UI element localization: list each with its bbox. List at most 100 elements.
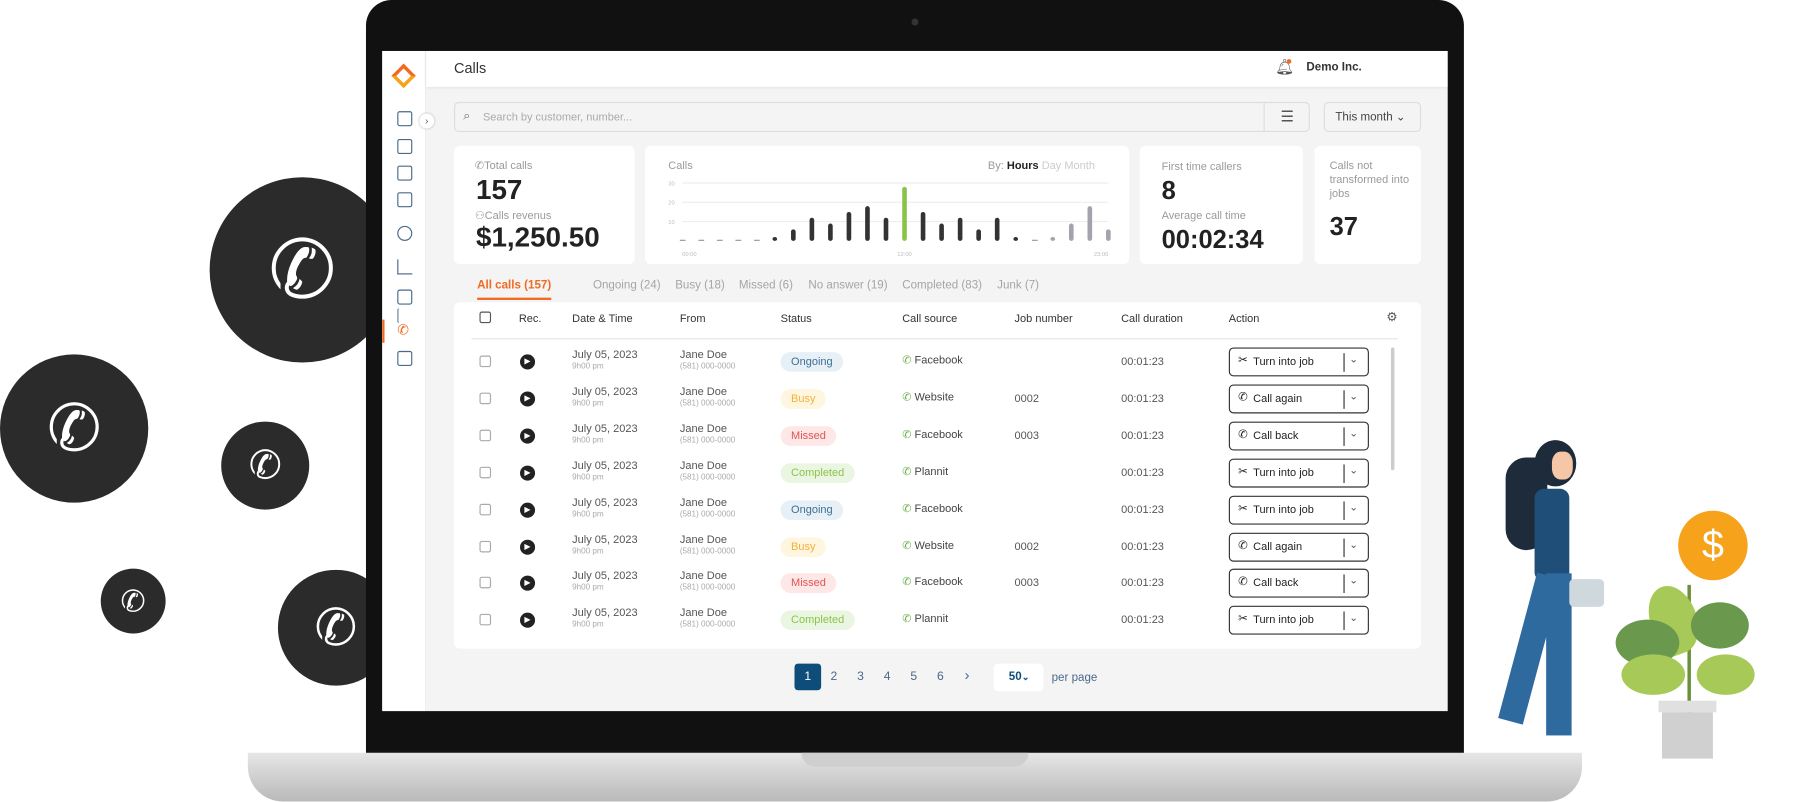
period-dropdown[interactable]: This month ⌄ [1323, 101, 1422, 133]
action-dropdown-chevron-icon[interactable]: ⌄ [1349, 612, 1358, 625]
chart-icon[interactable] [397, 259, 413, 275]
document-icon[interactable] [397, 289, 413, 305]
table-row[interactable]: ▶ July 05, 2023 9h00 pm Jane Doe (581) 000-0… [454, 454, 1421, 491]
column-header[interactable]: Status [781, 313, 812, 326]
tab-5[interactable]: Completed (83) [902, 279, 982, 292]
action-dropdown-chevron-icon[interactable]: ⌄ [1349, 427, 1358, 440]
action-button[interactable]: ✂ Turn into job ⌄ [1228, 347, 1369, 377]
action-dropdown-chevron-icon[interactable]: ⌄ [1349, 464, 1358, 477]
table-row[interactable]: ▶ July 05, 2023 9h00 pm Jane Doe (581) 000-0… [454, 528, 1421, 565]
column-header[interactable]: Date & Time [572, 313, 633, 326]
column-header[interactable]: Rec. [519, 313, 542, 326]
search-input[interactable]: ⌕ Search by customer, number... ☰ [453, 101, 1310, 133]
action-dropdown-chevron-icon[interactable]: ⌄ [1349, 353, 1358, 366]
play-recording-icon[interactable]: ▶ [520, 354, 536, 370]
action-dropdown-chevron-icon[interactable]: ⌄ [1349, 538, 1358, 551]
list-icon[interactable] [397, 308, 412, 324]
x-tick-label: 00:00 [682, 252, 696, 258]
table-row[interactable]: ▶ July 05, 2023 9h00 pm Jane Doe (581) 000-0… [454, 380, 1421, 417]
notification-bell-icon[interactable]: 🔔︎ [1275, 58, 1294, 77]
play-recording-icon[interactable]: ▶ [520, 428, 536, 444]
granularity-month[interactable]: Month [1064, 160, 1095, 173]
bar-16 [976, 229, 981, 241]
play-recording-icon[interactable]: ▶ [520, 613, 536, 629]
tab-0[interactable]: All calls (157) [477, 279, 551, 292]
per-page-dropdown[interactable]: 50⌄ [993, 663, 1044, 692]
tab-4[interactable]: No answer (19) [808, 279, 887, 292]
tab-6[interactable]: Junk (7) [997, 279, 1039, 292]
table-row[interactable]: ▶ July 05, 2023 9h00 pm Jane Doe (581) 000-0… [454, 491, 1421, 528]
page-1-button[interactable]: 1 [794, 663, 822, 691]
column-header[interactable]: Call duration [1121, 313, 1183, 326]
page-3-button[interactable]: 3 [848, 669, 873, 683]
action-button[interactable]: ✆ Call again ⌄ [1228, 384, 1369, 414]
action-dropdown-chevron-icon[interactable]: ⌄ [1349, 575, 1358, 588]
granularity-day[interactable]: Day [1042, 160, 1062, 173]
page-5-button[interactable]: 5 [901, 669, 926, 683]
bar-01 [698, 239, 705, 241]
select-all-checkbox[interactable] [479, 311, 492, 324]
tools-icon: ✂ [1238, 354, 1248, 368]
folder-icon[interactable] [397, 192, 413, 208]
action-button[interactable]: ✆ Call back ⌄ [1228, 569, 1369, 599]
row-checkbox[interactable] [479, 429, 492, 442]
action-label: Turn into job [1253, 355, 1314, 369]
tools-icon: ✂ [1238, 465, 1248, 478]
next-page-icon[interactable]: › [954, 666, 979, 683]
call-date: July 05, 2023 [572, 422, 638, 436]
row-checkbox[interactable] [479, 392, 492, 405]
page-4-button[interactable]: 4 [874, 669, 899, 683]
calendar-icon[interactable] [397, 165, 413, 181]
tab-3[interactable]: Missed (6) [739, 279, 793, 292]
table-row[interactable]: ▶ July 05, 2023 9h00 pm Jane Doe (581) 000-0… [454, 564, 1421, 601]
call-duration: 00:01:23 [1121, 429, 1164, 443]
row-checkbox[interactable] [479, 355, 492, 368]
column-header[interactable]: Action [1229, 313, 1260, 326]
bar-22 [1087, 206, 1093, 241]
play-recording-icon[interactable]: ▶ [520, 539, 536, 555]
tab-2[interactable]: Busy (18) [675, 279, 725, 292]
home-icon[interactable] [397, 138, 413, 155]
action-dropdown-chevron-icon[interactable]: ⌄ [1349, 501, 1358, 514]
action-button[interactable]: ✂ Turn into job ⌄ [1228, 606, 1369, 636]
play-recording-icon[interactable]: ▶ [520, 576, 536, 592]
page-2-button[interactable]: 2 [821, 669, 846, 683]
calls-nav-icon[interactable]: ✆ [397, 322, 409, 338]
play-recording-icon[interactable]: ▶ [520, 391, 536, 407]
column-header[interactable]: Call source [902, 313, 957, 326]
column-settings-icon[interactable]: ⚙ [1386, 309, 1397, 324]
play-recording-icon[interactable]: ▶ [520, 465, 536, 481]
action-button[interactable]: ✆ Call again ⌄ [1228, 532, 1369, 562]
job-number: 0002 [1014, 540, 1040, 554]
filter-button[interactable]: ☰ [1263, 103, 1310, 131]
company-name[interactable]: Demo Inc. [1306, 61, 1361, 74]
granularity-hours[interactable]: Hours [1007, 160, 1039, 173]
revenue-value: $1,250.50 [476, 222, 600, 254]
status-badge: Completed [780, 462, 855, 483]
job-number: 0003 [1014, 429, 1040, 443]
phone-call-icon: ✆ [100, 568, 166, 634]
table-row[interactable]: ▶ July 05, 2023 9h00 pm Jane Doe (581) 000-0… [454, 417, 1421, 454]
row-checkbox[interactable] [479, 577, 492, 589]
table-row[interactable]: ▶ July 05, 2023 9h00 pm Jane Doe (581) 000-0… [454, 343, 1421, 380]
table-row[interactable]: ▶ July 05, 2023 9h00 pm Jane Doe (581) 000-0… [454, 601, 1421, 638]
dashboard-icon[interactable] [397, 111, 413, 127]
play-recording-icon[interactable]: ▶ [520, 502, 536, 518]
row-checkbox[interactable] [479, 614, 492, 626]
column-header[interactable]: From [680, 313, 706, 326]
row-checkbox[interactable] [479, 503, 492, 515]
row-checkbox[interactable] [479, 466, 492, 478]
call-duration: 00:01:23 [1121, 466, 1164, 480]
page-6-button[interactable]: 6 [928, 669, 953, 683]
tab-1[interactable]: Ongoing (24) [593, 279, 661, 292]
action-dropdown-chevron-icon[interactable]: ⌄ [1349, 390, 1358, 403]
finance-icon[interactable] [397, 225, 413, 241]
action-button[interactable]: ✂ Turn into job ⌄ [1228, 458, 1369, 488]
action-button[interactable]: ✂ Turn into job ⌄ [1228, 495, 1369, 525]
bar-03 [735, 239, 742, 241]
column-header[interactable]: Job number [1015, 313, 1073, 326]
expand-sidebar-button[interactable]: › [419, 113, 435, 129]
row-checkbox[interactable] [479, 540, 492, 552]
action-button[interactable]: ✆ Call back ⌄ [1228, 421, 1369, 451]
contacts-icon[interactable] [397, 350, 413, 366]
